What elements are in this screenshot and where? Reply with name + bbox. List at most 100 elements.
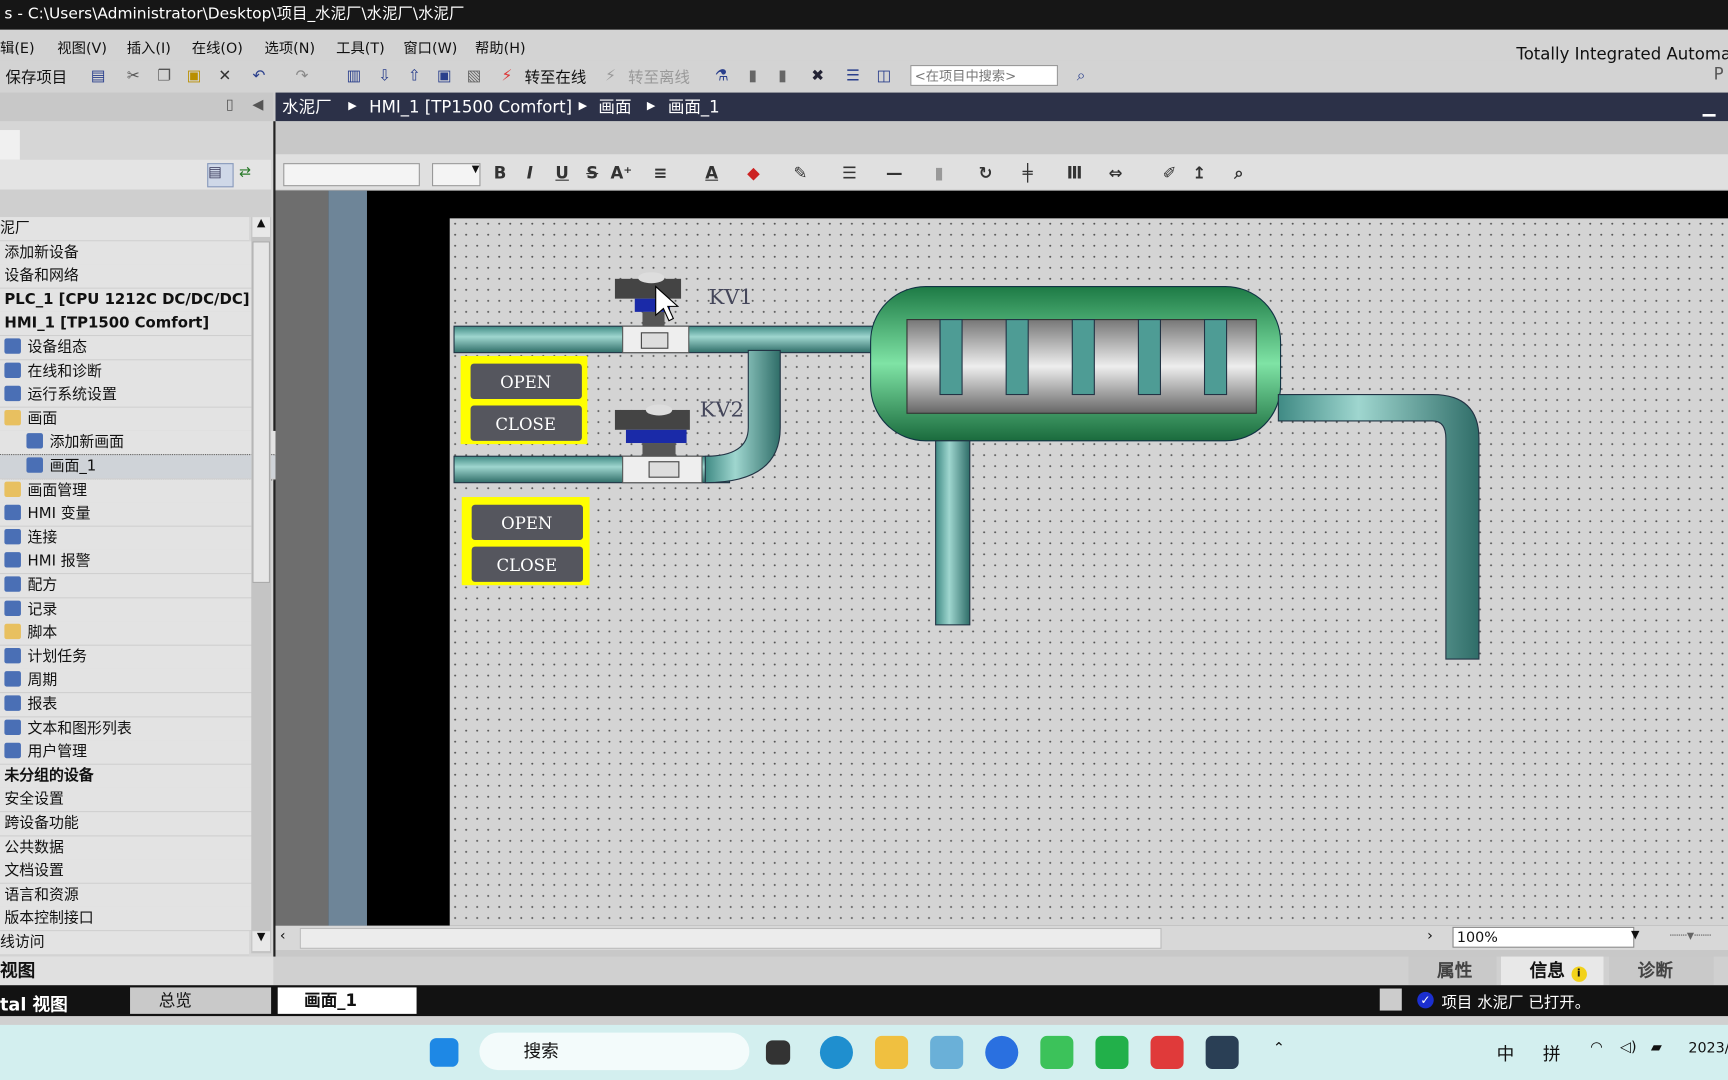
tree-item[interactable]: 画面: [0, 407, 254, 432]
line-width-icon[interactable]: ☰: [842, 163, 857, 183]
refresh-icon[interactable]: ⇄: [239, 164, 251, 181]
go-online-icon[interactable]: ⚡: [497, 66, 517, 86]
compile-icon[interactable]: ▥: [344, 66, 364, 86]
battery-icon[interactable]: ▰: [1651, 1039, 1662, 1056]
menu-help[interactable]: 帮助(H): [475, 36, 526, 58]
copy-icon[interactable]: ❐: [154, 66, 174, 86]
project-search-input[interactable]: <在项目中搜索>: [910, 65, 1058, 86]
tree-item[interactable]: 设备和网络: [0, 264, 254, 289]
tab-diagnostics[interactable]: 诊断: [1608, 956, 1714, 986]
upload-icon[interactable]: ⇧: [404, 66, 424, 86]
binoculars-icon[interactable]: ⌕: [1071, 66, 1091, 86]
breadcrumb-screens[interactable]: 画面: [598, 93, 631, 122]
ime-language[interactable]: 中: [1497, 1039, 1515, 1065]
tree-item[interactable]: 语言和资源: [0, 883, 254, 908]
details-view-icon[interactable]: ▤: [207, 163, 234, 188]
undo-icon[interactable]: ↶: [249, 66, 269, 86]
tree-item[interactable]: 周期: [0, 669, 254, 694]
zoom-select[interactable]: 100%: [1452, 926, 1635, 948]
delete-icon[interactable]: ✕: [215, 66, 235, 86]
scroll-down-icon[interactable]: ▼: [252, 931, 270, 952]
rotate-icon[interactable]: ↻: [979, 163, 993, 183]
zoom-select-icon[interactable]: ⌕: [1234, 163, 1243, 183]
menu-options[interactable]: 选项(N): [264, 36, 315, 58]
tab-info[interactable]: 信息 i: [1500, 956, 1604, 986]
start-cpu-icon[interactable]: ▮: [743, 66, 763, 86]
paste-icon[interactable]: ▣: [184, 66, 204, 86]
save-project-button[interactable]: 保存项目: [6, 66, 68, 88]
cross-reference-icon[interactable]: ✖: [808, 66, 828, 86]
overview-tab[interactable]: 总览: [130, 987, 272, 1014]
zoom-dropdown-icon[interactable]: ▼: [1631, 929, 1639, 941]
tree-item[interactable]: 泥厂: [0, 217, 250, 242]
accessible-devices-icon[interactable]: ⚗: [712, 66, 732, 86]
breadcrumb-device[interactable]: HMI_1 [TP1500 Comfort]: [369, 93, 572, 122]
details-view-header[interactable]: 视图: [0, 956, 274, 986]
pin-icon[interactable]: ▯: [226, 97, 234, 114]
menu-edit[interactable]: 辑(E): [0, 36, 35, 58]
underline-icon[interactable]: U: [555, 163, 568, 183]
print-icon[interactable]: ▤: [88, 66, 108, 86]
split-vertical-icon[interactable]: ◫: [874, 66, 894, 86]
menu-window[interactable]: 窗口(W): [403, 36, 457, 58]
tree-item[interactable]: HMI 报警: [0, 550, 254, 575]
edge-icon[interactable]: [819, 1035, 853, 1069]
align-objects-icon[interactable]: ╪: [1023, 163, 1033, 183]
ime-mode[interactable]: 拼: [1543, 1039, 1561, 1065]
line-color-icon[interactable]: ✎: [793, 163, 807, 183]
zoom-slider[interactable]: ┈┈▾┈┈: [1670, 928, 1712, 945]
tree-item[interactable]: 跨设备功能: [0, 812, 254, 837]
taskbar-search[interactable]: 搜索: [479, 1032, 750, 1071]
tree-item[interactable]: 脚本: [0, 621, 254, 647]
split-horizontal-icon[interactable]: ☰: [843, 66, 863, 86]
tree-scrollbar[interactable]: ▲ ▼: [251, 217, 272, 954]
status-history-icon[interactable]: [1379, 988, 1402, 1011]
tia-portal-icon[interactable]: [1205, 1035, 1239, 1069]
hmi-screen[interactable]: KV1 KV2 OPEN CLOSE OPEN CLOSE: [449, 218, 1728, 926]
windows-start-icon[interactable]: [429, 1038, 459, 1067]
menu-view[interactable]: 视图(V): [57, 36, 107, 58]
tree-item[interactable]: 设备组态: [0, 336, 254, 361]
portal-view-button[interactable]: tal 视图: [0, 990, 68, 1016]
scroll-left-icon[interactable]: ‹: [280, 928, 286, 945]
wechat-icon[interactable]: [1040, 1035, 1074, 1069]
tab-properties[interactable]: 属性: [1408, 956, 1497, 986]
tree-item[interactable]: 未分组的设备: [0, 764, 254, 789]
bring-front-icon[interactable]: ▮: [935, 163, 944, 183]
font-color-icon[interactable]: A: [705, 163, 718, 183]
layer-icon[interactable]: ↥: [1192, 163, 1206, 183]
tree-item[interactable]: 在线和诊断: [0, 359, 254, 385]
tree-item[interactable]: 安全设置: [0, 788, 254, 813]
green-app-icon[interactable]: [1095, 1035, 1129, 1069]
tree-item[interactable]: 报表: [0, 693, 254, 718]
canvas-hscrollbar[interactable]: ‹ › 100% ▼ ┈┈▾┈┈: [275, 925, 1728, 950]
tree-item[interactable]: 公共数据: [0, 836, 254, 861]
font-size-select[interactable]: ▼: [431, 163, 481, 187]
start-simulation-icon[interactable]: ▣: [434, 66, 454, 86]
tree-item[interactable]: 文本和图形列表: [0, 716, 254, 742]
volume-icon[interactable]: ◁): [1620, 1039, 1637, 1056]
clock-date[interactable]: 2023/: [1688, 1040, 1728, 1057]
breadcrumb-screen[interactable]: 画面_1: [668, 93, 720, 122]
scroll-thumb[interactable]: [252, 241, 270, 583]
align-icon[interactable]: ≡: [654, 163, 668, 183]
collapse-left-icon[interactable]: ◀: [252, 97, 263, 114]
scroll-up-icon[interactable]: ▲: [252, 217, 270, 237]
file-explorer-icon[interactable]: [875, 1035, 909, 1069]
same-size-icon[interactable]: ⇔: [1109, 163, 1123, 183]
scroll-right-icon[interactable]: ›: [1427, 928, 1433, 945]
download-icon[interactable]: ⇩: [375, 66, 395, 86]
tree-item[interactable]: 添加新画面: [0, 431, 276, 456]
stop-cpu-icon[interactable]: ▮: [773, 66, 793, 86]
tree-item[interactable]: HMI_1 [TP1500 Comfort]: [0, 312, 254, 337]
tree-item[interactable]: 记录: [0, 597, 254, 623]
bold-icon[interactable]: B: [494, 163, 507, 183]
menu-online[interactable]: 在线(O): [192, 36, 243, 58]
breadcrumb-project[interactable]: 水泥厂: [282, 93, 332, 122]
distribute-icon[interactable]: Ⅲ: [1067, 163, 1083, 183]
strikethrough-icon[interactable]: S: [586, 163, 598, 183]
runtime-icon[interactable]: ▧: [464, 66, 484, 86]
menu-insert[interactable]: 插入(I): [127, 36, 171, 58]
italic-icon[interactable]: I: [527, 163, 533, 183]
go-offline-icon[interactable]: ⚡: [601, 66, 621, 86]
